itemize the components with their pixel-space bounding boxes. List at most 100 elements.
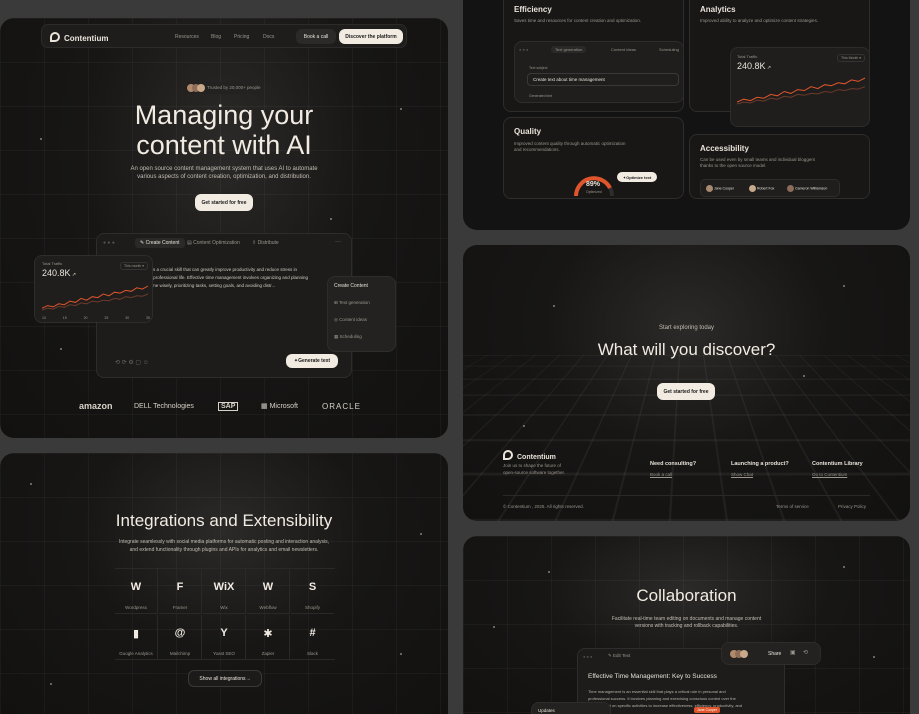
create-menu-title: Create Content (334, 283, 368, 289)
analytics-traffic-value: 240.8K ↗ (737, 61, 772, 71)
integration-label: Yoast SEO (213, 651, 235, 656)
menu-item-scheduling[interactable]: ▦ Scheduling (334, 334, 362, 340)
integration-zapier[interactable]: ✱ Zapier (247, 615, 290, 660)
share-button[interactable]: Share (768, 651, 781, 657)
window-dots: ● ● ● (103, 240, 115, 246)
series-line-1 (41, 293, 149, 311)
save-icon[interactable]: ▣ (790, 649, 796, 656)
text-subject-input[interactable]: Create text about time management (527, 73, 679, 86)
integration-google-analytics[interactable]: ▮ Google Analytics (115, 615, 158, 660)
navbar: Contentium Resources Blog Pricing Docs B… (41, 24, 407, 48)
features-panel: Efficiency Saves time and resources for … (463, 0, 910, 230)
perspective-grid (463, 355, 910, 521)
trend-up-icon: ↗ (70, 272, 77, 278)
eff-tab-content-ideas[interactable]: Content Ideas (611, 47, 636, 52)
tab-content-optimization[interactable]: ▤ Content Optimization (187, 240, 240, 246)
generate-text-button[interactable]: ✦ Generate text (286, 354, 338, 368)
analytics-range-select[interactable]: This Month ▾ (837, 54, 866, 62)
footer-brand[interactable]: Contentium (503, 450, 556, 461)
collaboration-desc-line1: Facilitate real-time team editing on doc… (611, 616, 762, 622)
menu-item-content-ideas[interactable]: ◎ Content ideas (334, 317, 367, 323)
nav-docs[interactable]: Docs (263, 34, 274, 40)
collab-toolbar: Share ▣ ⟲ (721, 642, 821, 665)
traffic-card: Total Traffic 240.8K ↗ This month ▾ 10 15… (34, 255, 153, 323)
integrations-desc-line1: Integrate seamlessly with social media p… (118, 539, 330, 545)
discover-platform-button[interactable]: Discover the platform (339, 29, 403, 44)
menu-item-text-generation[interactable]: ⊞ Text generation (334, 300, 370, 306)
trend-up-icon: ↗ (765, 65, 772, 71)
show-all-integrations-button[interactable]: Show all integrations → (188, 670, 262, 687)
windows-icon: ▦ (261, 403, 270, 410)
integration-framer[interactable]: F Framer (159, 569, 202, 614)
nav-blog[interactable]: Blog (211, 34, 221, 40)
window-dots: ● ● ● (583, 654, 593, 659)
avatar (749, 185, 756, 192)
integration-wix[interactable]: WiX Wix (203, 569, 246, 614)
footer-tagline-line1: Join us to shape the future of (503, 463, 562, 468)
editor-toolbar-icons[interactable]: ⟲ ⟳ ⚙ ▢ ☺ (115, 359, 149, 366)
doc-title: Effective Time Management: Key to Succes… (588, 673, 717, 680)
brand-logo[interactable]: Contentium (50, 32, 108, 43)
more-icon[interactable]: ··· (335, 239, 341, 245)
cta-panel: Start exploring today What will you disc… (463, 245, 910, 521)
analytics-card: Analytics Improved ability to analyze an… (689, 0, 870, 127)
footer-terms-link[interactable]: Terms of service (776, 504, 809, 509)
quality-desc-line1: Improved content quality through automat… (514, 141, 626, 146)
traffic-range-select[interactable]: This month ▾ (120, 262, 149, 270)
doc-line1: Time management is an essential skill th… (588, 689, 726, 694)
updates-title: Updates (538, 708, 555, 713)
generated-label: Generated text (529, 94, 553, 98)
traffic-label: Total Traffic (42, 261, 63, 266)
footer-book-call-link[interactable]: Book a call (650, 472, 672, 477)
integration-slack[interactable]: # Slack (291, 615, 334, 660)
integration-mailchimp[interactable]: @ Mailchimp (159, 615, 202, 660)
cta-eyebrow: Start exploring today (658, 325, 715, 331)
tab-distribute[interactable]: ⇪ Distribute (252, 240, 279, 246)
hero-subtitle-line1: An open source content management system… (130, 166, 318, 172)
book-call-button[interactable]: Book a call (296, 29, 336, 44)
history-icon[interactable]: ⟲ (803, 649, 808, 656)
integration-label: Slack (306, 651, 318, 656)
footer-show-chat-link[interactable]: Show Chat (731, 472, 753, 477)
integrations-panel: Integrations and Extensibility Integrate… (0, 453, 448, 714)
logo-sap: SAP (218, 402, 239, 411)
edit-text-tab[interactable]: ✎ Edit Text (608, 653, 630, 659)
person-1: Jane Cooper (706, 185, 734, 192)
eff-tab-scheduling[interactable]: Scheduling (659, 47, 679, 52)
optimize-text-button[interactable]: ✦ Optimize text (617, 172, 657, 182)
framer-icon: F (176, 581, 184, 593)
x-tick-label: 15 (62, 316, 67, 320)
integration-label: Webflow (259, 605, 277, 610)
avatar (706, 185, 713, 192)
integration-yoast-seo[interactable]: Y Yoast SEO (203, 615, 246, 660)
x-tick-label: 25 (104, 316, 109, 320)
integration-wordpress[interactable]: W Wordpress (115, 569, 158, 614)
arrow-right-icon: → (245, 675, 251, 682)
integration-shopify[interactable]: S Shopify (291, 569, 334, 614)
efficiency-card: Efficiency Saves time and resources for … (503, 0, 684, 112)
avatar-stack (730, 650, 752, 658)
footer-privacy-link[interactable]: Privacy Policy (838, 504, 866, 509)
series-line-1 (736, 86, 866, 105)
editor-line1: nt is a crucial skill that can greatly i… (147, 267, 298, 272)
logo-microsoft: ▦ Microsoft (261, 403, 298, 410)
x-tick-label: 20 (83, 316, 88, 320)
person-3: Cameron Williamson (787, 185, 827, 192)
quality-label: Optimized (586, 190, 602, 194)
footer-copyright: © Contentium , 2025. All rights reserved… (503, 504, 584, 509)
avatar-stack (187, 84, 205, 92)
hero-title-line2: content with AI (136, 130, 312, 160)
eff-tab-text-generation[interactable]: Text generation (551, 46, 587, 53)
hero-title-line1: Managing your (134, 100, 314, 130)
avatar (787, 185, 794, 192)
nav-pricing[interactable]: Pricing (234, 34, 249, 40)
hero-cta-button[interactable]: Get started for free (195, 194, 253, 211)
nav-resources[interactable]: Resources (175, 34, 199, 40)
hero-subtitle-line2: various aspects of content creation, opt… (137, 174, 311, 180)
footer-go-library-link[interactable]: Go to Contentium (812, 472, 847, 477)
tab-create-content[interactable]: ✎ Create Content (135, 238, 185, 248)
collaboration-title: Collaboration (636, 586, 737, 605)
cta-get-started-button[interactable]: Get started for free (657, 383, 715, 400)
integration-webflow[interactable]: W Webflow (247, 569, 290, 614)
analytics-title: Analytics (700, 5, 736, 14)
